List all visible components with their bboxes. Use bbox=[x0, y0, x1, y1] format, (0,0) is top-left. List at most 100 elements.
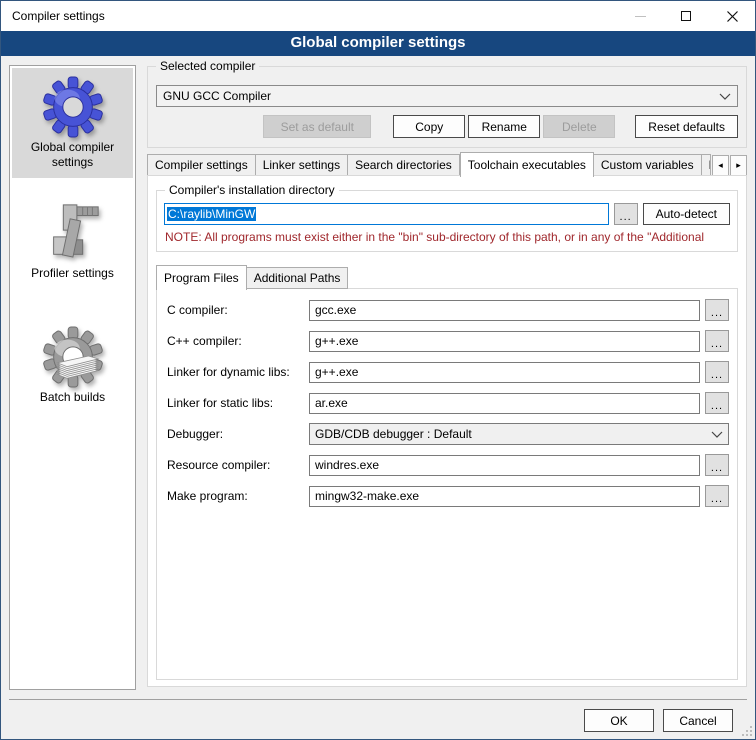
tab-toolchain-executables[interactable]: Toolchain executables bbox=[460, 152, 594, 177]
maximize-button[interactable] bbox=[663, 1, 709, 31]
resize-grip[interactable] bbox=[740, 724, 752, 736]
make-program-input[interactable]: mingw32-make.exe bbox=[309, 486, 700, 507]
maximize-icon bbox=[681, 11, 691, 21]
minimize-icon bbox=[635, 16, 646, 17]
subtab-program-files[interactable]: Program Files bbox=[156, 265, 247, 290]
main-panel: Selected compiler GNU GCC Compiler Set a… bbox=[147, 56, 747, 739]
field-label: Linker for dynamic libs: bbox=[167, 365, 309, 379]
field-value: windres.exe bbox=[315, 458, 379, 472]
rename-button[interactable]: Rename bbox=[468, 115, 540, 138]
sidebar-item-global-compiler-settings[interactable]: Global compiler settings bbox=[12, 68, 133, 178]
ok-button[interactable]: OK bbox=[584, 709, 654, 732]
scroll-left-icon: ◂ bbox=[718, 160, 723, 171]
minimize-button[interactable] bbox=[617, 1, 663, 31]
field-value: mingw32-make.exe bbox=[315, 489, 419, 503]
browse-ellipsis-icon: ... bbox=[620, 210, 632, 224]
close-button[interactable] bbox=[709, 1, 755, 31]
dynamic-linker-input[interactable]: g++.exe bbox=[309, 362, 700, 383]
chevron-down-icon bbox=[719, 93, 731, 100]
cpp-compiler-input[interactable]: g++.exe bbox=[309, 331, 700, 352]
install-dir-value: C:\raylib\MinGW bbox=[167, 207, 256, 221]
tab-search-directories[interactable]: Search directories bbox=[348, 154, 460, 176]
window-title: Compiler settings bbox=[1, 9, 105, 23]
dialog-buttons: OK Cancel bbox=[584, 709, 733, 732]
static-linker-browse-button[interactable]: ... bbox=[705, 392, 729, 414]
auto-detect-button[interactable]: Auto-detect bbox=[643, 203, 730, 225]
delete-button[interactable]: Delete bbox=[543, 115, 615, 138]
copy-button[interactable]: Copy bbox=[393, 115, 465, 138]
field-label: C compiler: bbox=[167, 303, 309, 317]
static-linker-input[interactable]: ar.exe bbox=[309, 393, 700, 414]
browse-ellipsis-icon: ... bbox=[711, 461, 723, 475]
install-dir-note: NOTE: All programs must exist either in … bbox=[165, 230, 729, 244]
page-title: Global compiler settings bbox=[1, 31, 755, 56]
gear-blue-icon bbox=[42, 76, 104, 138]
dialog-body: Global compiler settings bbox=[1, 56, 755, 739]
field-value: g++.exe bbox=[315, 365, 358, 379]
field-label: Make program: bbox=[167, 489, 309, 503]
field-row-resource-compiler: Resource compiler: windres.exe ... bbox=[167, 454, 729, 476]
field-row-debugger: Debugger: GDB/CDB debugger : Default bbox=[167, 423, 729, 445]
field-row-dynamic-linker: Linker for dynamic libs: g++.exe ... bbox=[167, 361, 729, 383]
field-label: C++ compiler: bbox=[167, 334, 309, 348]
selected-compiler-group-label: Selected compiler bbox=[156, 59, 259, 73]
tab-custom-variables[interactable]: Custom variables bbox=[594, 154, 702, 176]
tab-build-options[interactable]: Build options bbox=[702, 154, 711, 176]
close-icon bbox=[727, 11, 738, 22]
field-value: g++.exe bbox=[315, 334, 358, 348]
field-row-cpp-compiler: C++ compiler: g++.exe ... bbox=[167, 330, 729, 352]
caliper-icon bbox=[42, 202, 104, 264]
tab-linker-settings[interactable]: Linker settings bbox=[256, 154, 348, 176]
set-as-default-button[interactable]: Set as default bbox=[263, 115, 371, 138]
footer-divider bbox=[9, 699, 747, 700]
debugger-select[interactable]: GDB/CDB debugger : Default bbox=[309, 423, 729, 445]
field-label: Resource compiler: bbox=[167, 458, 309, 472]
install-dir-row: C:\raylib\MinGW ... Auto-detect bbox=[164, 203, 730, 225]
sidebar-item-label: Profiler settings bbox=[12, 266, 133, 289]
browse-ellipsis-icon: ... bbox=[711, 368, 723, 382]
sidebar-item-label: Batch builds bbox=[12, 390, 133, 413]
browse-ellipsis-icon: ... bbox=[711, 337, 723, 351]
compiler-select[interactable]: GNU GCC Compiler bbox=[156, 85, 738, 107]
program-files-page: C compiler: gcc.exe ... C++ compiler: g+… bbox=[156, 288, 738, 680]
toolchain-subtabs: Program Files Additional Paths bbox=[156, 264, 738, 289]
compiler-actions: Set as default Copy Rename Delete Reset … bbox=[156, 115, 738, 138]
compiler-settings-dialog: Compiler settings Global compiler settin… bbox=[0, 0, 756, 740]
install-dir-browse-button[interactable]: ... bbox=[614, 203, 638, 225]
sidebar-item-label: Global compiler settings bbox=[12, 140, 133, 178]
make-program-browse-button[interactable]: ... bbox=[705, 485, 729, 507]
settings-category-list: Global compiler settings bbox=[9, 65, 136, 690]
tab-scroll-right-button[interactable]: ▸ bbox=[730, 155, 747, 176]
field-row-c-compiler: C compiler: gcc.exe ... bbox=[167, 299, 729, 321]
c-compiler-browse-button[interactable]: ... bbox=[705, 299, 729, 321]
resource-compiler-input[interactable]: windres.exe bbox=[309, 455, 700, 476]
tab-compiler-settings[interactable]: Compiler settings bbox=[147, 154, 256, 176]
field-value: ar.exe bbox=[315, 396, 348, 410]
compiler-select-value: GNU GCC Compiler bbox=[163, 89, 271, 103]
tab-scroll-buttons: ◂ ▸ bbox=[711, 155, 747, 176]
reset-defaults-button[interactable]: Reset defaults bbox=[635, 115, 738, 138]
field-label: Debugger: bbox=[167, 427, 309, 441]
dynamic-linker-browse-button[interactable]: ... bbox=[705, 361, 729, 383]
install-dir-group-label: Compiler's installation directory bbox=[165, 183, 339, 197]
c-compiler-input[interactable]: gcc.exe bbox=[309, 300, 700, 321]
browse-ellipsis-icon: ... bbox=[711, 306, 723, 320]
tab-scroll-left-button[interactable]: ◂ bbox=[712, 155, 729, 176]
sidebar-item-profiler-settings[interactable]: Profiler settings bbox=[12, 194, 133, 289]
caption-buttons bbox=[617, 1, 755, 31]
scroll-right-icon: ▸ bbox=[736, 160, 741, 171]
settings-tabstrip: Compiler settings Linker settings Search… bbox=[147, 151, 747, 176]
selected-compiler-group: Selected compiler GNU GCC Compiler Set a… bbox=[147, 66, 747, 148]
cpp-compiler-browse-button[interactable]: ... bbox=[705, 330, 729, 352]
browse-ellipsis-icon: ... bbox=[711, 399, 723, 413]
install-dir-input[interactable]: C:\raylib\MinGW bbox=[164, 203, 609, 225]
field-row-static-linker: Linker for static libs: ar.exe ... bbox=[167, 392, 729, 414]
resource-compiler-browse-button[interactable]: ... bbox=[705, 454, 729, 476]
install-dir-group: Compiler's installation directory C:\ray… bbox=[156, 190, 738, 252]
gear-papers-icon bbox=[42, 326, 104, 388]
sidebar-item-batch-builds[interactable]: Batch builds bbox=[12, 318, 133, 413]
browse-ellipsis-icon: ... bbox=[711, 492, 723, 506]
cancel-button[interactable]: Cancel bbox=[663, 709, 733, 732]
toolchain-executables-page: Compiler's installation directory C:\ray… bbox=[147, 175, 747, 687]
subtab-additional-paths[interactable]: Additional Paths bbox=[247, 267, 349, 289]
